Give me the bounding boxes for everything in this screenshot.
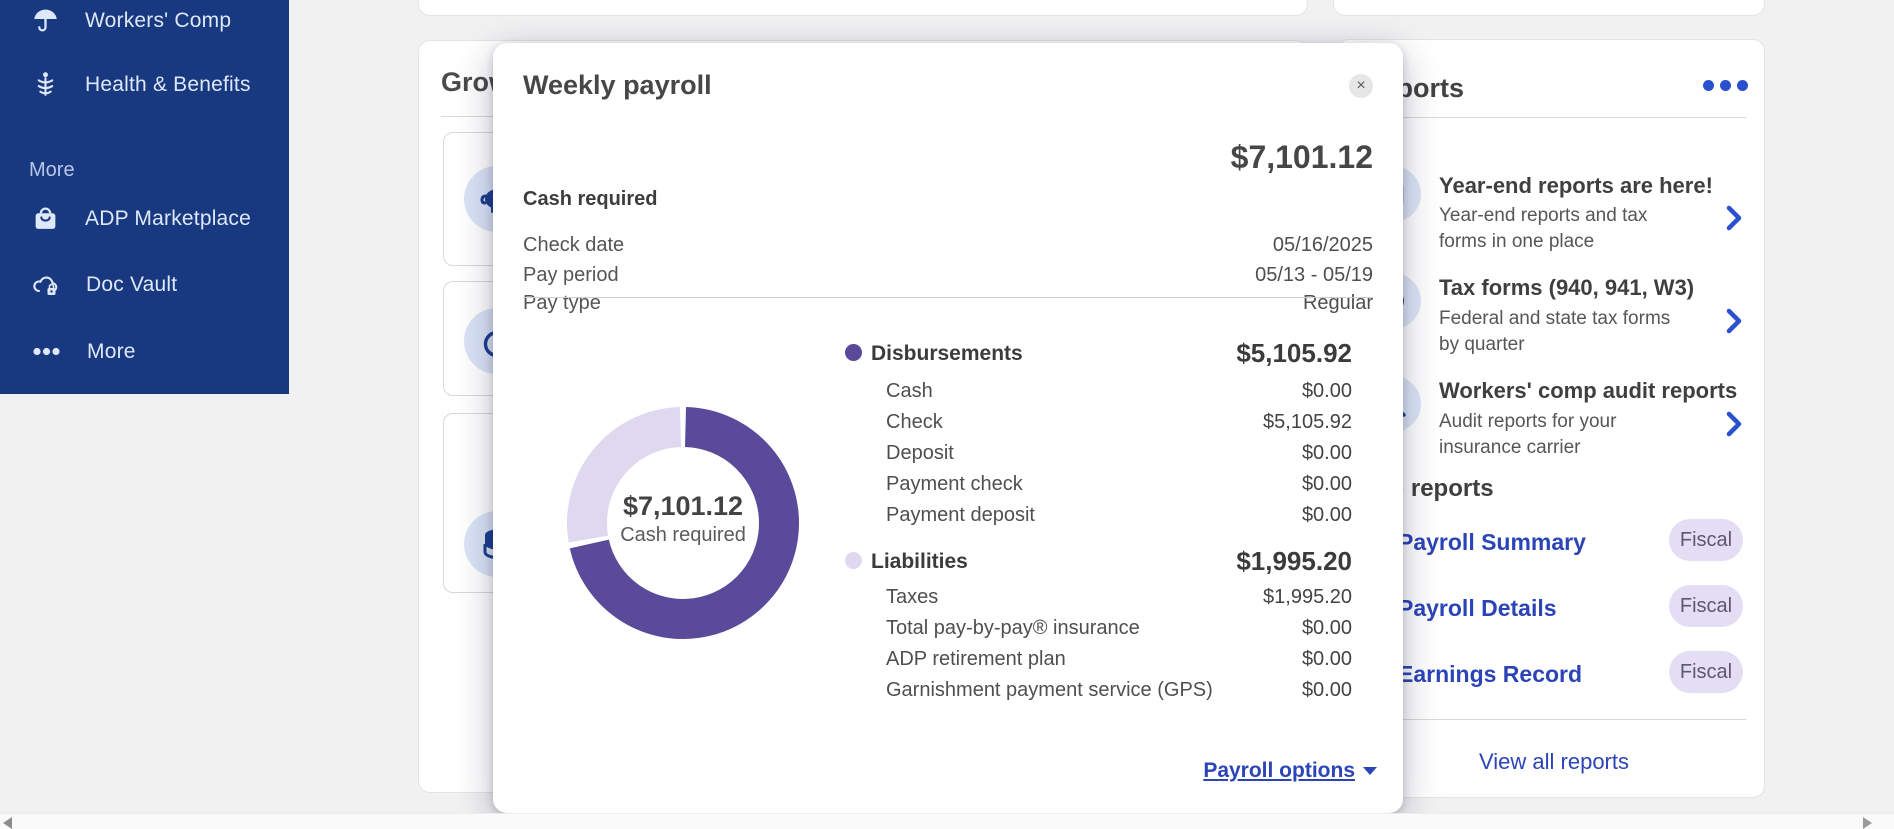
fiscal-badge: Fiscal [1669,519,1743,561]
row-value: $5,105.92 [1263,411,1352,434]
chevron-right-icon[interactable] [1724,411,1744,442]
chevron-right-icon[interactable] [1724,205,1744,236]
ellipsis-icon [32,338,61,365]
liabilities-label: Liabilities [871,550,968,574]
close-icon[interactable]: × [1349,74,1373,98]
featured-report-title[interactable]: Workers' comp audit reports [1439,378,1737,404]
cloud-lock-icon [32,271,60,298]
chevron-down-icon [1363,767,1377,775]
sidebar-item-health-benefits[interactable]: Health & Benefits [32,71,251,98]
report-link-earnings-record[interactable]: Earnings Record [1398,661,1582,688]
row-label: Check [886,411,943,434]
disbursements-header-row: Disbursements $5,105.92 [845,342,1360,370]
sidebar-item-label: Doc Vault [86,273,177,297]
row-label: Cash [886,380,933,403]
breakdown-row: Payment check $0.00 [845,473,1360,501]
disbursements-legend-dot [845,344,862,361]
scrolled-card-top-right [1333,0,1765,16]
sidebar-item-label: More [87,340,136,364]
shopping-bag-icon [32,205,59,232]
row-value: $0.00 [1302,617,1352,640]
divider [1362,719,1746,720]
chevron-right-icon[interactable] [1724,308,1744,339]
disbursements-label: Disbursements [871,342,1023,366]
breakdown-row: Taxes $1,995.20 [845,586,1360,614]
payroll-options-dropdown[interactable]: Payroll options [1203,759,1377,783]
breakdown-row: Check $5,105.92 [845,411,1360,439]
breakdown-row: Deposit $0.00 [845,442,1360,470]
breakdown-row: ADP retirement plan $0.00 [845,648,1360,676]
liabilities-header-row: Liabilities $1,995.20 [845,550,1360,578]
donut-center-value: $7,101.12 [567,491,799,522]
horizontal-scrollbar[interactable] [0,813,1894,829]
pay-period-label: Pay period [523,264,619,287]
liabilities-legend-dot [845,552,862,569]
featured-report-title[interactable]: Tax forms (940, 941, W3) [1439,275,1694,301]
row-label: Payment check [886,473,1023,496]
scrolled-card-top-left [418,0,1308,16]
overflow-menu-icon[interactable] [1703,80,1748,91]
report-link-payroll-details[interactable]: Payroll Details [1398,595,1557,622]
row-value: $0.00 [1302,648,1352,671]
cash-required-donut-chart [567,407,799,639]
liabilities-total: $1,995.20 [1236,546,1352,577]
report-link-payroll-summary[interactable]: Payroll Summary [1398,529,1586,556]
view-all-reports-link[interactable]: View all reports [1362,749,1746,775]
fiscal-badge: Fiscal [1669,585,1743,627]
breakdown-row: Payment deposit $0.00 [845,504,1360,532]
breakdown-row: Garnishment payment service (GPS) $0.00 [845,679,1360,707]
divider [523,297,1373,298]
featured-report-description: Audit reports for your insurance carrier [1439,409,1677,461]
sidebar-item-more[interactable]: More [32,338,136,365]
sidebar-item-label: Workers' Comp [85,9,231,33]
row-label: Total pay-by-pay® insurance [886,617,1140,640]
row-label: Garnishment payment service (GPS) [886,679,1213,702]
fiscal-badge: Fiscal [1669,651,1743,693]
row-label: Taxes [886,586,938,609]
scroll-left-icon[interactable] [3,817,12,829]
caduceus-icon [32,71,59,98]
row-value: $1,995.20 [1263,586,1352,609]
umbrella-icon [32,7,59,34]
breakdown-row: Cash $0.00 [845,380,1360,408]
row-value: $0.00 [1302,380,1352,403]
row-label: Deposit [886,442,954,465]
sidebar-section-more: More [29,159,75,182]
check-date-value: 05/16/2025 [1273,234,1373,257]
pay-period-value: 05/13 - 05/19 [1255,264,1373,287]
row-label: ADP retirement plan [886,648,1066,671]
pay-type-label: Pay type [523,292,601,315]
check-date-label: Check date [523,234,624,257]
row-label: Payment deposit [886,504,1035,527]
breakdown-row: Total pay-by-pay® insurance $0.00 [845,617,1360,645]
row-value: $0.00 [1302,442,1352,465]
sidebar-item-label: ADP Marketplace [85,207,251,231]
donut-segment-liabilities [587,427,680,539]
weekly-payroll-modal: Weekly payroll × Cash required $7,101.12… [493,43,1403,813]
featured-report-description: Year-end reports and tax forms in one pl… [1439,203,1677,255]
cash-required-label: Cash required [523,188,657,211]
row-value: $0.00 [1302,473,1352,496]
payroll-options-label: Payroll options [1203,759,1355,783]
sidebar-item-label: Health & Benefits [85,73,251,97]
disbursements-total: $5,105.92 [1236,338,1352,369]
pay-type-value: Regular [1303,292,1373,315]
row-value: $0.00 [1302,679,1352,702]
row-value: $0.00 [1302,504,1352,527]
featured-report-title[interactable]: Year-end reports are here! [1439,173,1713,199]
sidebar: Workers' Comp Health & Benefits More ADP… [0,0,289,394]
cash-required-value: $7,101.12 [1231,139,1373,176]
modal-title: Weekly payroll [523,70,712,101]
donut-center-label: Cash required [567,524,799,547]
sidebar-item-doc-vault[interactable]: Doc Vault [32,271,177,298]
featured-report-description: Federal and state tax forms by quarter [1439,306,1677,358]
divider [1362,117,1746,118]
sidebar-item-adp-marketplace[interactable]: ADP Marketplace [32,205,251,232]
sidebar-item-workers-comp[interactable]: Workers' Comp [32,7,231,34]
scroll-right-icon[interactable] [1863,817,1872,829]
